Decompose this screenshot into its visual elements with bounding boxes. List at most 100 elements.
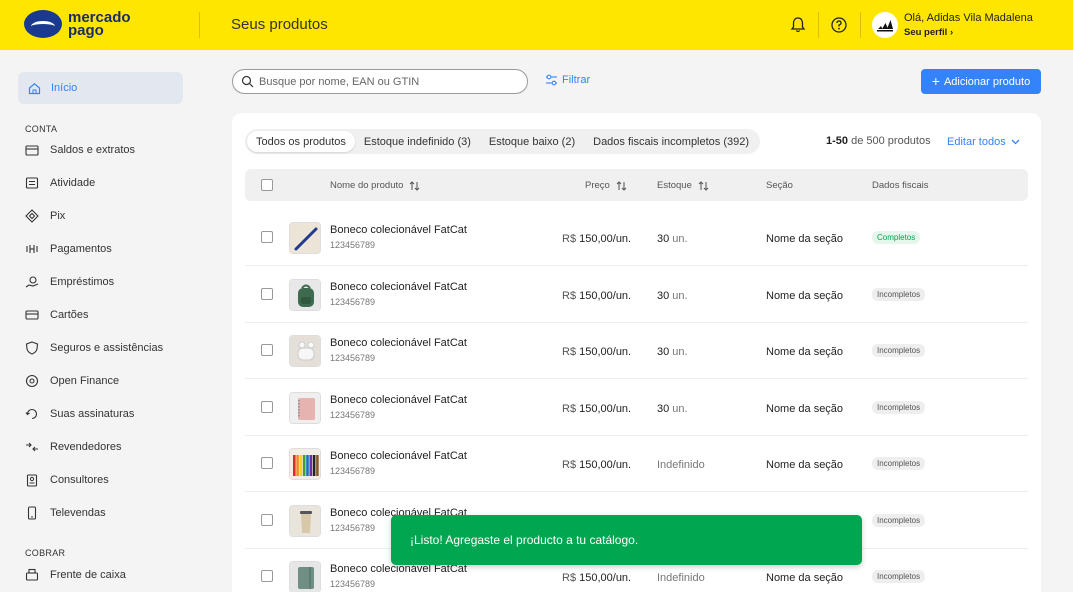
row-checkbox[interactable] xyxy=(261,344,273,356)
column-header-name[interactable]: Nome do produto xyxy=(330,180,420,191)
add-product-button[interactable]: + Adicionar produto xyxy=(921,69,1041,94)
wallet-icon xyxy=(25,143,39,157)
edit-all-label: Editar todos xyxy=(947,136,1006,148)
sort-icon xyxy=(410,180,420,191)
sidebar-item-emprestimos[interactable]: Empréstimos xyxy=(25,273,114,291)
product-price: R$ 150,00/un. xyxy=(562,459,632,471)
edit-all-button[interactable]: Editar todos xyxy=(947,136,1020,148)
fiscal-status-badge: Incompletos xyxy=(872,513,926,527)
backpack-thumb xyxy=(289,278,321,311)
sidebar-item-consultores[interactable]: Consultores xyxy=(25,471,109,489)
page-title: Seus produtos xyxy=(231,16,328,33)
avatar[interactable] xyxy=(872,12,898,38)
top-header: mercado pago Seus produtos Olá, Adidas V… xyxy=(0,0,1073,50)
product-sku: 123456789 xyxy=(330,579,376,589)
sidebar-item-atividade[interactable]: Atividade xyxy=(25,174,95,192)
product-name[interactable]: Boneco colecionável FatCat xyxy=(330,394,467,406)
sidebar-item-saldos-e-extratos[interactable]: Saldos e extratos xyxy=(25,141,135,159)
section-label-conta: CONTA xyxy=(25,124,58,134)
product-name[interactable]: Boneco colecionável FatCat xyxy=(330,224,467,236)
sidebar-item-label: Frente de caixa xyxy=(50,569,126,581)
product-stock: Indefinido xyxy=(657,572,705,584)
search-field[interactable] xyxy=(232,69,528,94)
sidebar-item-open-finance[interactable]: Open Finance xyxy=(25,372,119,390)
sidebar-item-televendas[interactable]: Televendas xyxy=(25,504,106,522)
sidebar-item-label: Consultores xyxy=(50,474,109,486)
sidebar-item-seguros-e-assistencias[interactable]: Seguros e assistências xyxy=(25,339,163,357)
resellers-icon xyxy=(25,440,39,454)
search-icon xyxy=(241,75,254,88)
header-separator xyxy=(818,12,819,38)
tumbler-thumb xyxy=(289,504,321,537)
earbuds-thumb xyxy=(289,335,321,367)
sidebar-item-inicio[interactable]: Início xyxy=(18,72,183,104)
phone-icon xyxy=(25,506,39,520)
sidebar-item-suas-assinaturas[interactable]: Suas assinaturas xyxy=(25,405,134,423)
profile-link[interactable]: Seu perfil › xyxy=(904,27,953,38)
product-name[interactable]: Boneco colecionável FatCat xyxy=(330,337,467,349)
product-section: Nome da seção xyxy=(766,346,844,358)
tab-2[interactable]: Estoque baixo (2) xyxy=(480,131,584,152)
table-row[interactable]: Boneco colecionável FatCat 123456789 R$ 15… xyxy=(245,322,1028,379)
product-sku: 123456789 xyxy=(330,409,376,420)
column-header-stock[interactable]: Estoque xyxy=(657,180,709,191)
product-stock: 30 un. xyxy=(657,346,688,358)
sidebar-item-revendedores[interactable]: Revendedores xyxy=(25,438,122,456)
row-checkbox[interactable] xyxy=(261,231,273,243)
product-stock: 30 un. xyxy=(657,289,688,302)
add-product-label: Adicionar produto xyxy=(943,75,1031,88)
sidebar-item-frente-de-caixa[interactable]: Frente de caixa xyxy=(25,566,126,584)
payments-icon xyxy=(25,242,39,256)
column-header-section: Seção xyxy=(766,180,793,191)
sidebar-item-pagamentos[interactable]: Pagamentos xyxy=(25,240,112,258)
home-icon xyxy=(28,82,41,94)
sort-icon xyxy=(698,180,709,191)
product-name[interactable]: Boneco colecionável FatCat xyxy=(330,450,467,462)
row-checkbox[interactable] xyxy=(261,513,273,526)
mercado-pago-logo[interactable]: mercado pago xyxy=(24,10,131,38)
search-input[interactable] xyxy=(259,75,509,88)
adidas-logo-icon xyxy=(877,20,893,32)
product-name[interactable]: Boneco colecionável FatCat xyxy=(330,281,467,293)
product-price: R$ 150,00/un. xyxy=(562,572,632,584)
filter-button[interactable]: Filtrar xyxy=(545,74,590,86)
plus-icon: + xyxy=(931,73,940,89)
pencils-thumb xyxy=(289,448,321,480)
success-toast: ¡Listo! Agregaste el producto a tu catál… xyxy=(391,515,862,565)
filter-label: Filtrar xyxy=(562,74,591,86)
fiscal-status-badge: Incompletos xyxy=(872,457,926,470)
sidebar-item-label: Pagamentos xyxy=(50,243,112,255)
column-header-price[interactable]: Preço xyxy=(585,180,627,191)
activity-list-icon xyxy=(25,176,39,190)
row-checkbox[interactable] xyxy=(261,400,273,413)
tab-0[interactable]: Todos os produtos xyxy=(247,131,355,152)
pen-thumb xyxy=(289,222,321,254)
fiscal-status-badge: Incompletos xyxy=(872,570,926,583)
row-checkbox[interactable] xyxy=(261,287,273,300)
sidebar-item-pix[interactable]: Pix xyxy=(25,207,65,225)
select-all-checkbox[interactable] xyxy=(261,179,273,191)
sidebar-item-cartoes[interactable]: Cartões xyxy=(25,306,89,324)
sidebar-item-label: Revendedores xyxy=(50,441,122,453)
sidebar-item-label: Saldos e extratos xyxy=(50,144,135,156)
table-header: Nome do produto Preço Estoque Seção Dado… xyxy=(245,169,1028,201)
table-row[interactable]: Boneco colecionável FatCat 123456789 R$ 15… xyxy=(245,209,1028,266)
sidebar-item-label: Open Finance xyxy=(50,375,120,387)
table-row[interactable]: Boneco colecionável FatCat 123456789 R$ 15… xyxy=(245,435,1028,492)
product-stock: Indefinido xyxy=(657,459,705,471)
bell-icon[interactable] xyxy=(788,15,808,35)
sort-icon xyxy=(616,180,627,191)
product-sku: 123456789 xyxy=(330,240,376,250)
sidebar-item-label: Início xyxy=(51,82,78,94)
product-section: Nome da seção xyxy=(766,402,844,415)
fiscal-status-badge: Incompletos xyxy=(872,287,926,301)
help-icon[interactable] xyxy=(829,15,849,35)
product-section: Nome da seção xyxy=(766,459,844,471)
tab-3[interactable]: Dados fiscais incompletos (392) xyxy=(584,131,758,152)
tab-1[interactable]: Estoque indefinido (3) xyxy=(355,131,480,152)
row-checkbox[interactable] xyxy=(261,570,273,582)
table-row[interactable]: Boneco colecionável FatCat 123456789 R$ 15… xyxy=(245,379,1028,436)
table-row[interactable]: Boneco colecionável FatCat 123456789 R$ 15… xyxy=(245,266,1028,323)
product-stock: 30 un. xyxy=(657,402,688,415)
row-checkbox[interactable] xyxy=(261,457,273,469)
